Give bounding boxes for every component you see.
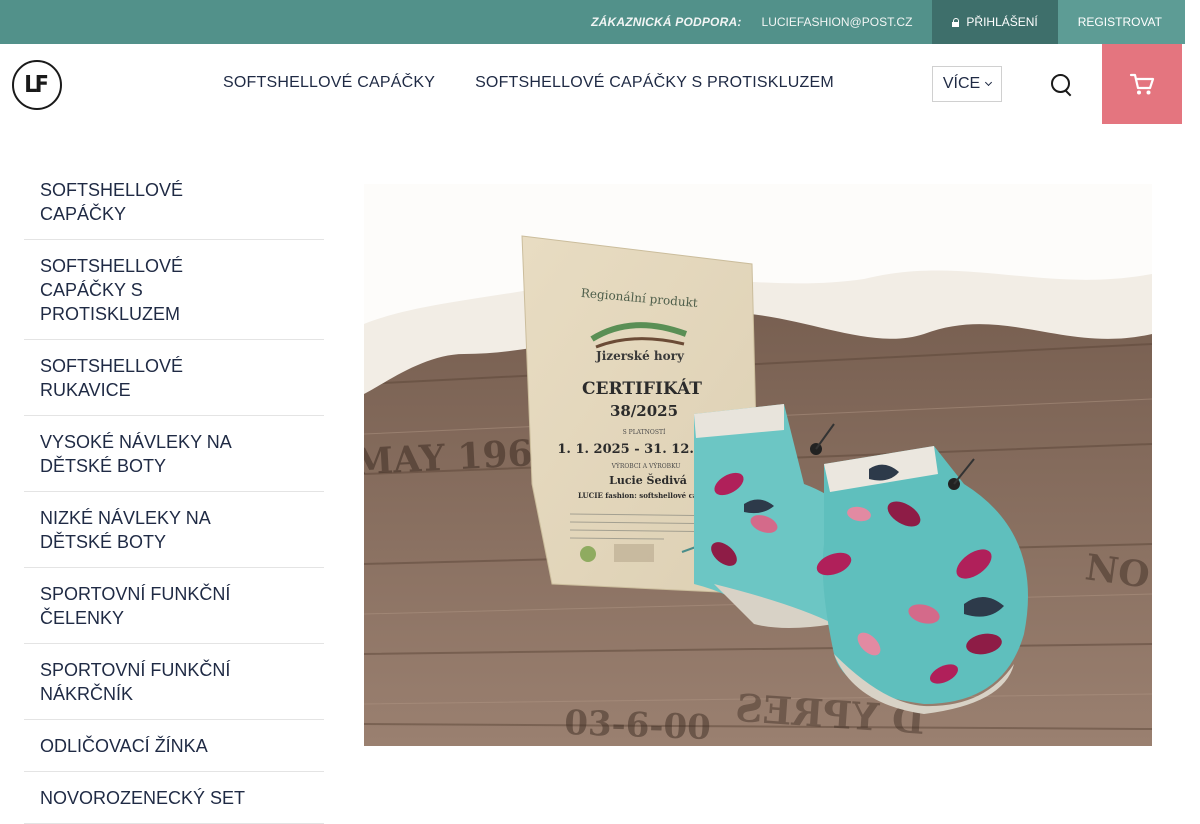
category-label: SOFTSHELLOVÉ RUKAVICE [40,356,184,400]
category-label: SOFTSHELLOVÉ CAPÁČKY S PROTISKLUZEM [40,256,184,324]
cert-region: Jizerské hory [595,349,685,363]
cert-issued-label: VÝROBCI A VÝROBKU [611,463,681,470]
support-email-link[interactable]: LUCIEFASHION@POST.CZ [762,15,913,29]
login-label: PŘIHLÁŠENÍ [966,15,1038,29]
more-menu-button[interactable]: VÍCE [932,66,1002,102]
category-label: NIZKÉ NÁVLEKY NA DĚTSKÉ BOTY [40,508,210,552]
banner-photo: MAY 196 D YPRES 03-6-00 NO Regionální pr… [364,184,1152,746]
cert-validity-label: S PLATNOSTÍ [623,429,666,436]
category-item[interactable]: SOFTSHELLOVÉ CAPÁČKY S PROTISKLUZEM [24,240,324,340]
search-icon[interactable] [1046,70,1076,100]
category-item[interactable]: SPORTOVNÍ FUNKČNÍ ČELENKY [24,568,324,644]
cert-producer: Lucie Šedivá [609,473,687,487]
category-label: VYSOKÉ NÁVLEKY NA DĚTSKÉ BOTY [40,432,231,476]
category-item[interactable]: ODLIČOVACÍ ŽÍNKA [24,720,324,772]
nav-item-softshell-capacky[interactable]: SOFTSHELLOVÉ CAPÁČKY [223,74,435,92]
floor-text-4: NO [1083,546,1152,597]
top-bar: ZÁKAZNICKÁ PODPORA: LUCIEFASHION@POST.CZ… [0,0,1185,44]
login-button[interactable]: PŘIHLÁŠENÍ [932,0,1058,44]
more-label: VÍCE [942,75,981,92]
cart-button[interactable] [1102,44,1182,124]
category-label: SPORTOVNÍ FUNKČNÍ NÁKRČNÍK [40,660,231,704]
nav-item-softshell-capacky-protiskluz[interactable]: SOFTSHELLOVÉ CAPÁČKY S PROTISKLUZEM [475,74,834,92]
category-item[interactable]: NOVOROZENECKÝ SET [24,772,324,824]
category-item[interactable]: SPORTOVNÍ FUNKČNÍ NÁKRČNÍK [24,644,324,720]
category-item[interactable]: SOFTSHELLOVÉ RUKAVICE [24,340,324,416]
category-item[interactable]: NIZKÉ NÁVLEKY NA DĚTSKÉ BOTY [24,492,324,568]
hero-banner-image[interactable]: MAY 196 D YPRES 03-6-00 NO Regionální pr… [364,184,1152,746]
cert-number: 38/2025 [610,402,678,420]
support-label: ZÁKAZNICKÁ PODPORA: [591,15,742,29]
site-logo[interactable]: LF [12,60,62,110]
chevron-down-icon [985,78,993,87]
category-label: ODLIČOVACÍ ŽÍNKA [40,736,208,756]
floor-text-3: 03-6-00 [564,703,712,746]
category-label: SOFTSHELLOVÉ CAPÁČKY [40,180,184,224]
category-label: NOVOROZENECKÝ SET [40,788,246,808]
category-item[interactable]: VYSOKÉ NÁVLEKY NA DĚTSKÉ BOTY [24,416,324,492]
category-item[interactable]: SOFTSHELLOVÉ CAPÁČKY [24,164,324,240]
main-navigation: SOFTSHELLOVÉ CAPÁČKY SOFTSHELLOVÉ CAPÁČK… [223,74,834,92]
cert-heading: CERTIFIKÁT [582,378,702,399]
register-button[interactable]: REGISTROVAT [1057,0,1185,44]
category-sidebar: SOFTSHELLOVÉ CAPÁČKY SOFTSHELLOVÉ CAPÁČK… [24,164,324,824]
site-header: LF SOFTSHELLOVÉ CAPÁČKY SOFTSHELLOVÉ CAP… [0,44,1185,124]
lock-icon [952,17,960,27]
category-label: SPORTOVNÍ FUNKČNÍ ČELENKY [40,584,231,628]
logo-text: LF [24,72,50,98]
cart-icon [1129,73,1155,95]
